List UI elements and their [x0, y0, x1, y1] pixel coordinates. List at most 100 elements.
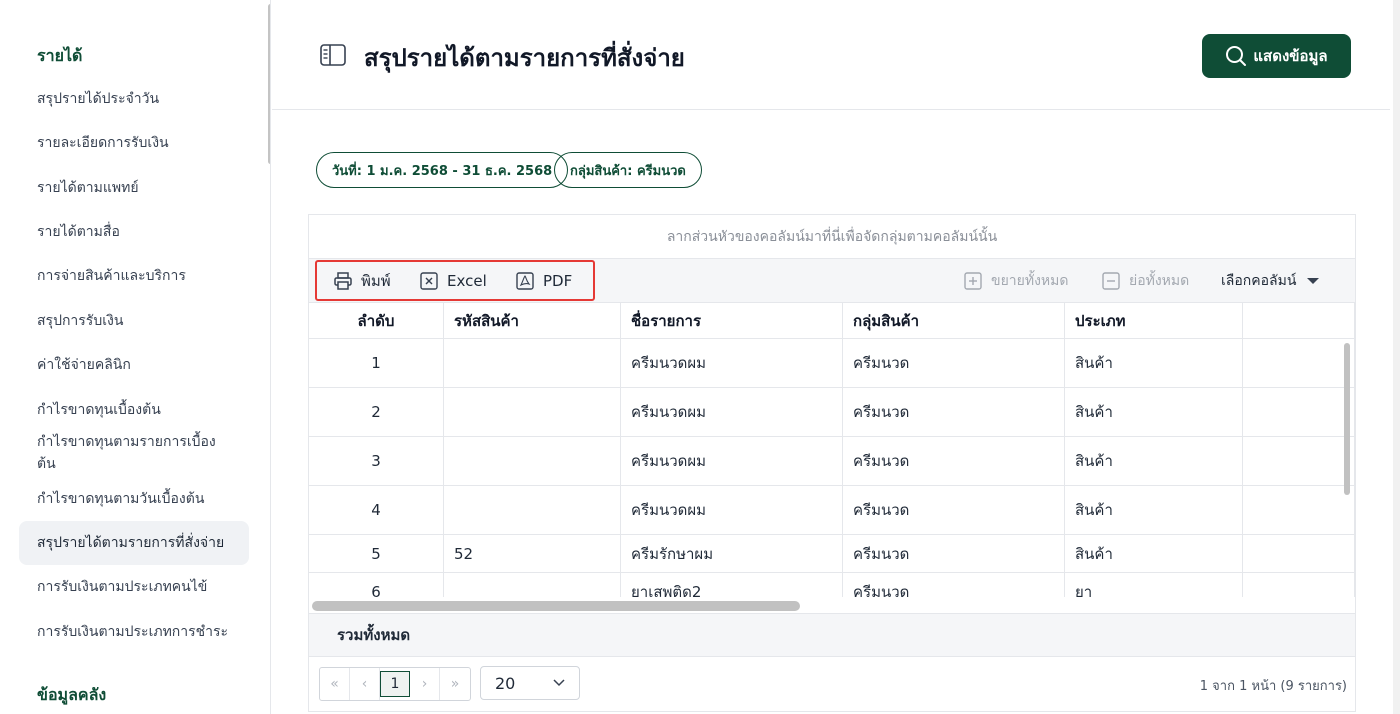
collapse-all-label: ย่อทั้งหมด: [1129, 273, 1190, 289]
sidebar-item-profit-loss-by-day[interactable]: กำไรขาดทุนตามวันเบื้องต้น: [19, 488, 249, 510]
column-header-no[interactable]: ลำดับ: [309, 303, 444, 338]
cell-type: สินค้า: [1065, 437, 1243, 485]
cell-no: 6: [309, 573, 444, 597]
cell-extra: [1243, 388, 1355, 436]
sidebar-item-clinic-expense[interactable]: ค่าใช้จ่ายคลินิก: [19, 354, 249, 376]
prev-page-button[interactable]: ‹: [350, 668, 380, 700]
first-page-button[interactable]: «: [320, 668, 350, 700]
cell-code: [444, 339, 621, 387]
cell-extra: [1243, 437, 1355, 485]
page-scrollbar[interactable]: [1393, 0, 1400, 714]
collapse-all-button[interactable]: ย่อทั้งหมด: [1101, 259, 1189, 303]
pdf-button[interactable]: PDF: [515, 259, 572, 303]
pager-info: 1 จาก 1 หน้า (9 รายการ): [1199, 679, 1347, 694]
sidebar-scrollbar[interactable]: [268, 4, 270, 164]
page-header: สรุปรายได้ตามรายการที่สั่งจ่าย แสดงข้อมู…: [272, 0, 1390, 110]
plus-square-icon: [964, 272, 982, 290]
sidebar-item-profit-loss[interactable]: กำไรขาดทุนเบื้องต้น: [19, 399, 249, 421]
column-header-type[interactable]: ประเภท: [1065, 303, 1243, 338]
cell-no: 4: [309, 486, 444, 534]
cell-extra: [1243, 486, 1355, 534]
cell-name: ครีมนวดผม: [621, 437, 843, 485]
cell-code: [444, 437, 621, 485]
current-page-button[interactable]: 1: [380, 671, 410, 697]
sidebar-item-income-by-doctor[interactable]: รายได้ตามแพทย์: [19, 177, 249, 199]
sidebar-item-payment-summary[interactable]: สรุปการรับเงิน: [19, 310, 249, 332]
sidebar-item-payment-detail[interactable]: รายละเอียดการรับเงิน: [19, 132, 249, 154]
cell-no: 3: [309, 437, 444, 485]
sidebar-section-income: รายได้: [37, 46, 83, 65]
cell-extra: [1243, 573, 1355, 597]
cell-type: ยา: [1065, 573, 1243, 597]
data-grid: ลากส่วนหัวของคอลัมน์มาที่นี่เพื่อจัดกลุ่…: [308, 214, 1356, 712]
last-page-button[interactable]: »: [440, 668, 470, 700]
table-row[interactable]: 2 ครีมนวดผม ครีมนวด สินค้า: [309, 388, 1355, 437]
page-size-value: 20: [495, 673, 516, 693]
cell-name: ครีมรักษาผม: [621, 535, 843, 572]
cell-no: 2: [309, 388, 444, 436]
column-header-code[interactable]: รหัสสินค้า: [444, 303, 621, 338]
cell-code: 52: [444, 535, 621, 572]
column-header-extra: [1243, 303, 1355, 338]
print-button[interactable]: พิมพ์: [333, 259, 391, 303]
show-data-button-label: แสดงข้อมูล: [1253, 47, 1328, 65]
cell-type: สินค้า: [1065, 388, 1243, 436]
group-panel[interactable]: ลากส่วนหัวของคอลัมน์มาที่นี่เพื่อจัดกลุ่…: [309, 215, 1355, 259]
pager: « ‹ 1 › » 20 1 จาก 1 หน้า (9 รายการ): [309, 657, 1355, 711]
cell-group: ครีมนวด: [843, 437, 1065, 485]
filter-chip-product-group[interactable]: กลุ่มสินค้า: ครีมนวด: [554, 152, 702, 188]
table-row[interactable]: 1 ครีมนวดผม ครีมนวด สินค้า: [309, 339, 1355, 388]
cell-name: ครีมนวดผม: [621, 339, 843, 387]
chevron-down-icon: [553, 679, 565, 687]
sidebar-item-product-service[interactable]: การจ่ายสินค้าและบริการ: [19, 265, 249, 287]
sidebar-item-payment-by-method[interactable]: การรับเงินตามประเภทการชำระ: [19, 621, 249, 643]
page-title: สรุปรายได้ตามรายการที่สั่งจ่าย: [364, 44, 685, 72]
page-size-select[interactable]: 20: [480, 666, 580, 700]
cell-group: ครีมนวด: [843, 573, 1065, 597]
column-header-name[interactable]: ชื่อรายการ: [621, 303, 843, 338]
column-chooser-button[interactable]: เลือกคอลัมน์: [1221, 259, 1320, 303]
column-header-group[interactable]: กลุ่มสินค้า: [843, 303, 1065, 338]
caret-down-icon: [1307, 278, 1320, 284]
cell-no: 5: [309, 535, 444, 572]
pager-buttons: « ‹ 1 › »: [319, 667, 471, 701]
cell-group: ครีมนวด: [843, 535, 1065, 572]
cell-type: สินค้า: [1065, 535, 1243, 572]
cell-group: ครีมนวด: [843, 339, 1065, 387]
filter-chip-date[interactable]: วันที่: 1 ม.ค. 2568 - 31 ธ.ค. 2568: [316, 152, 569, 188]
sidebar-item-income-by-order[interactable]: สรุปรายได้ตามรายการที่สั่งจ่าย: [19, 521, 249, 565]
sidebar-item-payment-by-patient-type[interactable]: การรับเงินตามประเภทคนไข้: [19, 576, 249, 598]
pdf-button-label: PDF: [543, 272, 573, 290]
grid-horizontal-scrollbar[interactable]: [312, 601, 800, 611]
cell-name: ยาเสพติด2: [621, 573, 843, 597]
grid-vertical-scrollbar[interactable]: [1344, 343, 1350, 495]
expand-all-button[interactable]: ขยายทั้งหมด: [963, 259, 1068, 303]
show-data-button[interactable]: แสดงข้อมูล: [1202, 34, 1351, 78]
table-row[interactable]: 5 52 ครีมรักษาผม ครีมนวด สินค้า: [309, 535, 1355, 573]
panel-icon: [320, 44, 346, 66]
cell-type: สินค้า: [1065, 486, 1243, 534]
cell-type: สินค้า: [1065, 339, 1243, 387]
summary-row: รวมทั้งหมด: [309, 613, 1355, 657]
cell-extra: [1243, 535, 1355, 572]
table-row[interactable]: 3 ครีมนวดผม ครีมนวด สินค้า: [309, 437, 1355, 486]
cell-name: ครีมนวดผม: [621, 486, 843, 534]
excel-button[interactable]: Excel: [419, 259, 487, 303]
cell-code: [444, 388, 621, 436]
next-page-button[interactable]: ›: [410, 668, 440, 700]
cell-code: [444, 486, 621, 534]
table-row[interactable]: 4 ครีมนวดผม ครีมนวด สินค้า: [309, 486, 1355, 535]
expand-all-label: ขยายทั้งหมด: [991, 273, 1069, 289]
minus-square-icon: [1102, 272, 1120, 290]
cell-group: ครีมนวด: [843, 486, 1065, 534]
grid-toolbar: พิมพ์ Excel PDF ขยายทั้งหมด ย่อทั้งหมด เ…: [309, 259, 1355, 303]
sidebar-item-daily-income[interactable]: สรุปรายได้ประจำวัน: [19, 88, 249, 110]
cell-name: ครีมนวดผม: [621, 388, 843, 436]
cell-group: ครีมนวด: [843, 388, 1065, 436]
sidebar-section-stock: ข้อมูลคลัง: [37, 685, 107, 704]
cell-extra: [1243, 339, 1355, 387]
sidebar-item-profit-loss-by-item[interactable]: กำไรขาดทุนตามรายการเบื้องต้น: [19, 431, 229, 475]
table-row[interactable]: 6 ยาเสพติด2 ครีมนวด ยา: [309, 573, 1355, 597]
sidebar-item-income-by-media[interactable]: รายได้ตามสื่อ: [19, 221, 249, 243]
app: รายได้ สรุปรายได้ประจำวัน รายละเอียดการร…: [0, 0, 1400, 714]
